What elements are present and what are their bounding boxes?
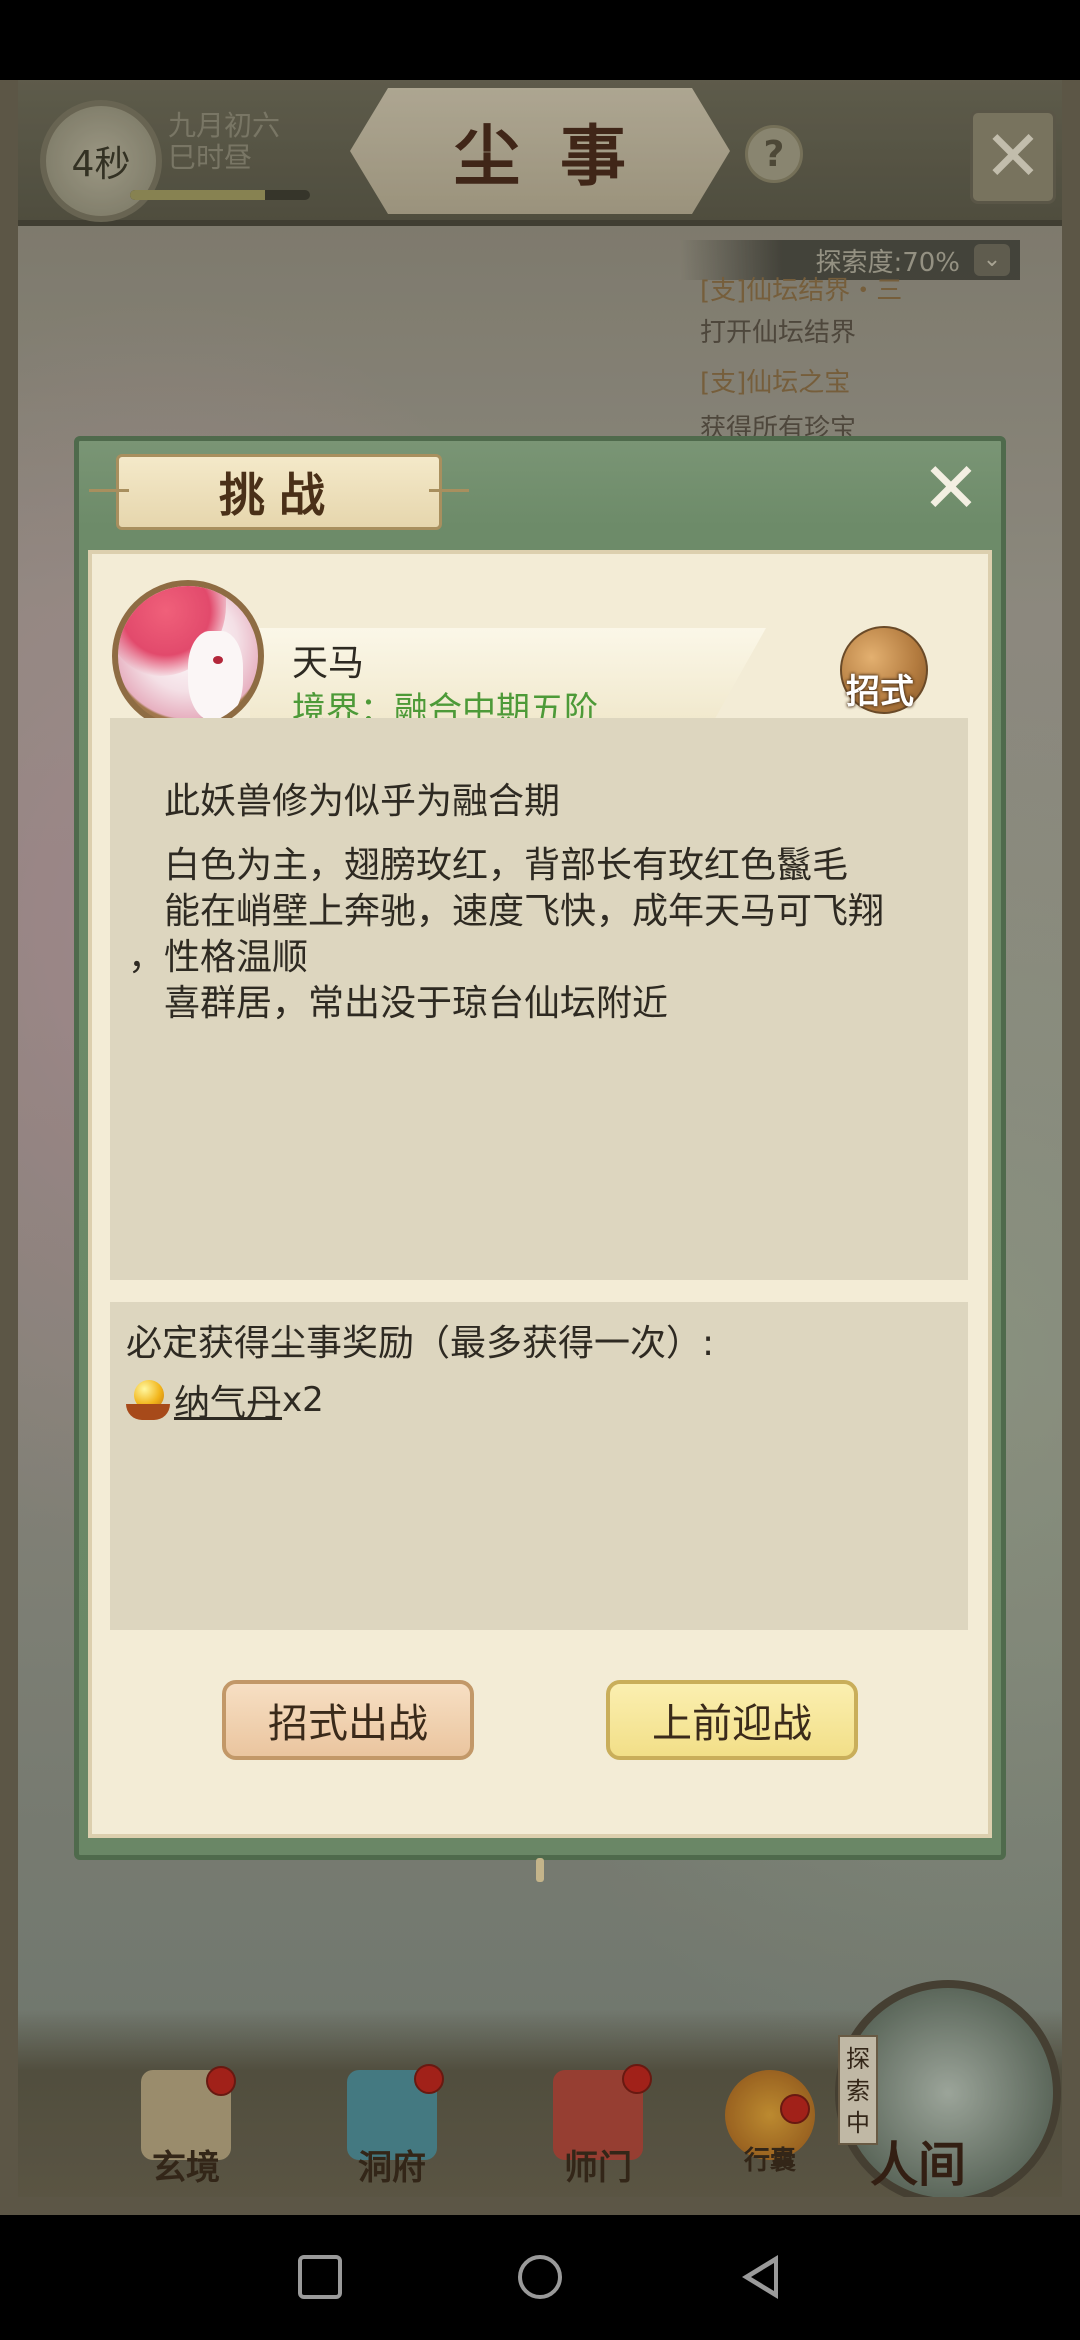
- panel-divider: [95, 1834, 985, 1838]
- description-line: 白色为主，翅膀玫红，背部长有玫红色鬣毛: [164, 845, 849, 886]
- panel-pin: [536, 1858, 544, 1882]
- description-line: ，性格温顺: [128, 937, 309, 978]
- recents-icon[interactable]: [298, 2255, 342, 2299]
- engage-fight-button[interactable]: 上前迎战: [606, 1680, 858, 1760]
- fight-with-moves-button[interactable]: 招式出战: [222, 1680, 474, 1760]
- reward-item[interactable]: 纳气丹 x2: [126, 1378, 324, 1424]
- monster-name: 天马: [292, 643, 365, 684]
- back-icon[interactable]: [742, 2255, 778, 2299]
- reward-item-qty: x2: [282, 1380, 324, 1420]
- description-line: 此妖兽修为似乎为融合期: [164, 781, 561, 822]
- reward-title: 必定获得尘事奖励（最多获得一次）:: [126, 1323, 715, 1364]
- dialog-title-plate: 挑战: [89, 454, 469, 530]
- elixir-pill-icon: [126, 1378, 170, 1422]
- dialog-title: 挑战: [219, 468, 339, 522]
- description-line: 能在峭壁上奔驰，速度飞快，成年天马可飞翔: [164, 891, 885, 932]
- description-line: 喜群居，常出没于琼台仙坛附近: [164, 983, 669, 1024]
- reward-item-name[interactable]: 纳气丹: [174, 1374, 282, 1426]
- moves-button-label[interactable]: 招式: [846, 664, 914, 713]
- home-icon[interactable]: [518, 2255, 562, 2299]
- monster-avatar: [112, 580, 264, 732]
- dialog-close-button[interactable]: ✕: [920, 453, 982, 523]
